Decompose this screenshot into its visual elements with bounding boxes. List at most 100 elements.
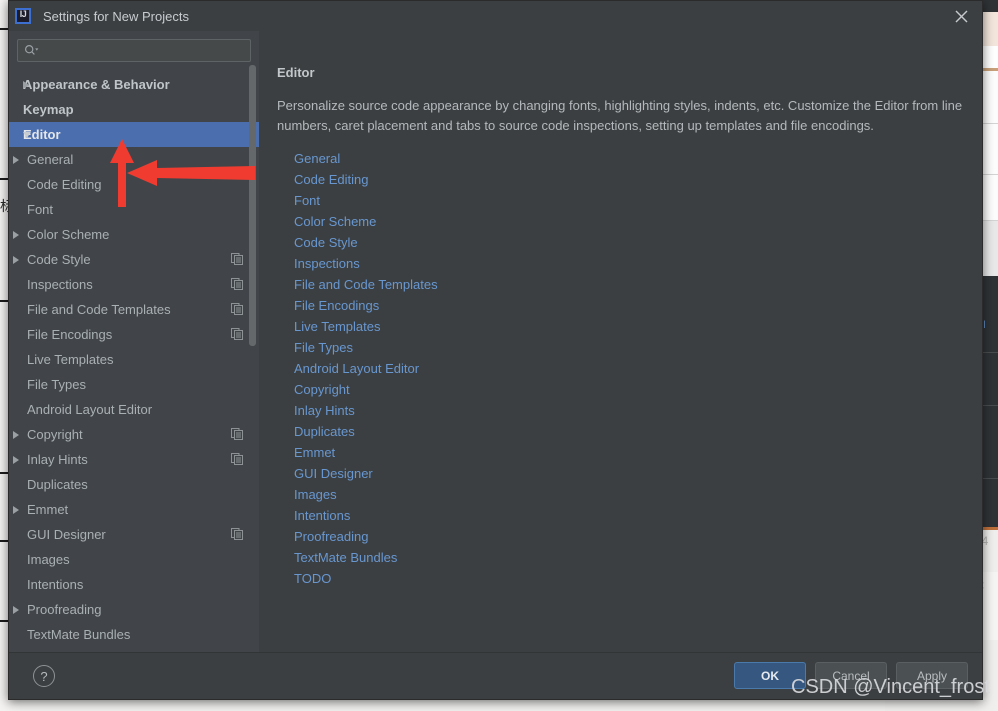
chevron-right-icon[interactable] — [23, 80, 29, 89]
sidebar-item-label: Live Templates — [27, 352, 114, 367]
content-link-inlay-hints[interactable]: Inlay Hints — [294, 400, 355, 421]
settings-content-panel: Editor Personalize source code appearanc… — [259, 31, 982, 652]
chevron-right-icon[interactable] — [13, 255, 19, 264]
sidebar-item-inlay-hints[interactable]: Inlay Hints — [9, 447, 259, 472]
ok-button[interactable]: OK — [734, 662, 806, 689]
dialog-footer: ? OK Cancel Apply — [9, 652, 982, 699]
copy-settings-icon[interactable] — [231, 328, 243, 340]
content-link-file-encodings[interactable]: File Encodings — [294, 295, 379, 316]
sidebar-item-label: Duplicates — [27, 477, 88, 492]
content-link-code-editing[interactable]: Code Editing — [294, 169, 368, 190]
sidebar-item-label: File Encodings — [27, 327, 113, 342]
sidebar-item-images[interactable]: Images — [9, 547, 259, 572]
page-title: Editor — [277, 65, 315, 80]
content-link-android-layout-editor[interactable]: Android Layout Editor — [294, 358, 419, 379]
content-link-emmet[interactable]: Emmet — [294, 442, 335, 463]
sidebar-item-color-scheme[interactable]: Color Scheme — [9, 222, 259, 247]
subsection-link-list: General Code Editing Font Color Scheme Code … — [294, 148, 982, 589]
sidebar-item-editor[interactable]: Editor — [9, 122, 259, 147]
content-link-inspections[interactable]: Inspections — [294, 253, 360, 274]
sidebar-item-textmate-bundles[interactable]: TextMate Bundles — [9, 622, 259, 647]
content-link-code-style[interactable]: Code Style — [294, 232, 358, 253]
sidebar-item-label: Appearance & Behavior — [23, 77, 170, 92]
sidebar-item-inspections[interactable]: Inspections — [9, 272, 259, 297]
sidebar-item-label: Inlay Hints — [27, 452, 88, 467]
sidebar-item-appearance-behavior[interactable]: Appearance & Behavior — [9, 72, 259, 97]
content-link-proofreading[interactable]: Proofreading — [294, 526, 368, 547]
intellij-idea-icon — [15, 8, 31, 24]
sidebar-item-label: Code Editing — [27, 177, 102, 192]
help-button[interactable]: ? — [33, 665, 55, 687]
cancel-button[interactable]: Cancel — [815, 662, 887, 689]
sidebar-item-general[interactable]: General — [9, 147, 259, 172]
search-box[interactable] — [17, 39, 251, 62]
content-link-copyright[interactable]: Copyright — [294, 379, 350, 400]
sidebar-item-label: Color Scheme — [27, 227, 110, 242]
content-link-images[interactable]: Images — [294, 484, 337, 505]
chevron-right-icon[interactable] — [13, 430, 19, 439]
chevron-right-icon[interactable] — [13, 230, 19, 239]
sidebar-item-intentions[interactable]: Intentions — [9, 572, 259, 597]
sidebar-item-label: Images — [27, 552, 70, 567]
sidebar-item-proofreading[interactable]: Proofreading — [9, 597, 259, 622]
settings-sidebar: Appearance & Behavior Keymap Editor General… — [9, 31, 259, 652]
search-container — [9, 31, 259, 68]
sidebar-item-copyright[interactable]: Copyright — [9, 422, 259, 447]
sidebar-item-keymap[interactable]: Keymap — [9, 97, 259, 122]
sidebar-item-duplicates[interactable]: Duplicates — [9, 472, 259, 497]
page-description: Personalize source code appearance by ch… — [277, 98, 963, 133]
sidebar-item-label: File and Code Templates — [27, 302, 171, 317]
content-link-file-types[interactable]: File Types — [294, 337, 353, 358]
copy-settings-icon[interactable] — [231, 253, 243, 265]
sidebar-item-label: Code Style — [27, 252, 91, 267]
chevron-right-icon[interactable] — [13, 505, 19, 514]
sidebar-item-label: Android Layout Editor — [27, 402, 153, 417]
apply-button[interactable]: Apply — [896, 662, 968, 689]
content-link-intentions[interactable]: Intentions — [294, 505, 350, 526]
sidebar-item-code-editing[interactable]: Code Editing — [9, 172, 259, 197]
copy-settings-icon[interactable] — [231, 528, 243, 540]
sidebar-item-label: Intentions — [27, 577, 84, 592]
content-link-gui-designer[interactable]: GUI Designer — [294, 463, 373, 484]
dialog-titlebar: Settings for New Projects — [9, 1, 982, 31]
chevron-right-icon[interactable] — [13, 155, 19, 164]
copy-settings-icon[interactable] — [231, 303, 243, 315]
sidebar-item-live-templates[interactable]: Live Templates — [9, 347, 259, 372]
chevron-right-icon[interactable] — [13, 605, 19, 614]
sidebar-item-label: Font — [27, 202, 54, 217]
search-icon — [24, 44, 39, 57]
dialog-title: Settings for New Projects — [43, 8, 189, 24]
content-link-textmate-bundles[interactable]: TextMate Bundles — [294, 547, 397, 568]
content-link-general[interactable]: General — [294, 148, 340, 169]
sidebar-item-label: Copyright — [27, 427, 83, 442]
copy-settings-icon[interactable] — [231, 428, 243, 440]
content-link-font[interactable]: Font — [294, 190, 320, 211]
content-link-live-templates[interactable]: Live Templates — [294, 316, 380, 337]
content-link-duplicates[interactable]: Duplicates — [294, 421, 355, 442]
chevron-right-icon[interactable] — [13, 455, 19, 464]
sidebar-item-code-style[interactable]: Code Style — [9, 247, 259, 272]
copy-settings-icon[interactable] — [231, 278, 243, 290]
chevron-down-icon[interactable] — [23, 131, 31, 138]
sidebar-item-file-and-code-templates[interactable]: File and Code Templates — [9, 297, 259, 322]
copy-settings-icon[interactable] — [231, 453, 243, 465]
sidebar-item-file-encodings[interactable]: File Encodings — [9, 322, 259, 347]
sidebar-item-label: Keymap — [23, 102, 74, 117]
sidebar-item-android-layout-editor[interactable]: Android Layout Editor — [9, 397, 259, 422]
content-link-color-scheme[interactable]: Color Scheme — [294, 211, 376, 232]
sidebar-item-label: GUI Designer — [27, 527, 106, 542]
sidebar-item-gui-designer[interactable]: GUI Designer — [9, 522, 259, 547]
sidebar-item-file-types[interactable]: File Types — [9, 372, 259, 397]
search-input[interactable] — [43, 43, 244, 58]
sidebar-item-label: Proofreading — [27, 602, 102, 617]
sidebar-item-emmet[interactable]: Emmet — [9, 497, 259, 522]
dialog-button-group: OK Cancel Apply — [734, 662, 968, 689]
sidebar-scrollbar[interactable] — [249, 65, 256, 346]
dialog-body: Appearance & Behavior Keymap Editor General… — [9, 31, 982, 652]
sidebar-item-font[interactable]: Font — [9, 197, 259, 222]
sidebar-item-label: TextMate Bundles — [27, 627, 131, 642]
content-link-file-and-code-templates[interactable]: File and Code Templates — [294, 274, 438, 295]
content-link-todo[interactable]: TODO — [294, 568, 331, 589]
sidebar-item-label: Emmet — [27, 502, 69, 517]
close-icon[interactable] — [940, 1, 982, 31]
